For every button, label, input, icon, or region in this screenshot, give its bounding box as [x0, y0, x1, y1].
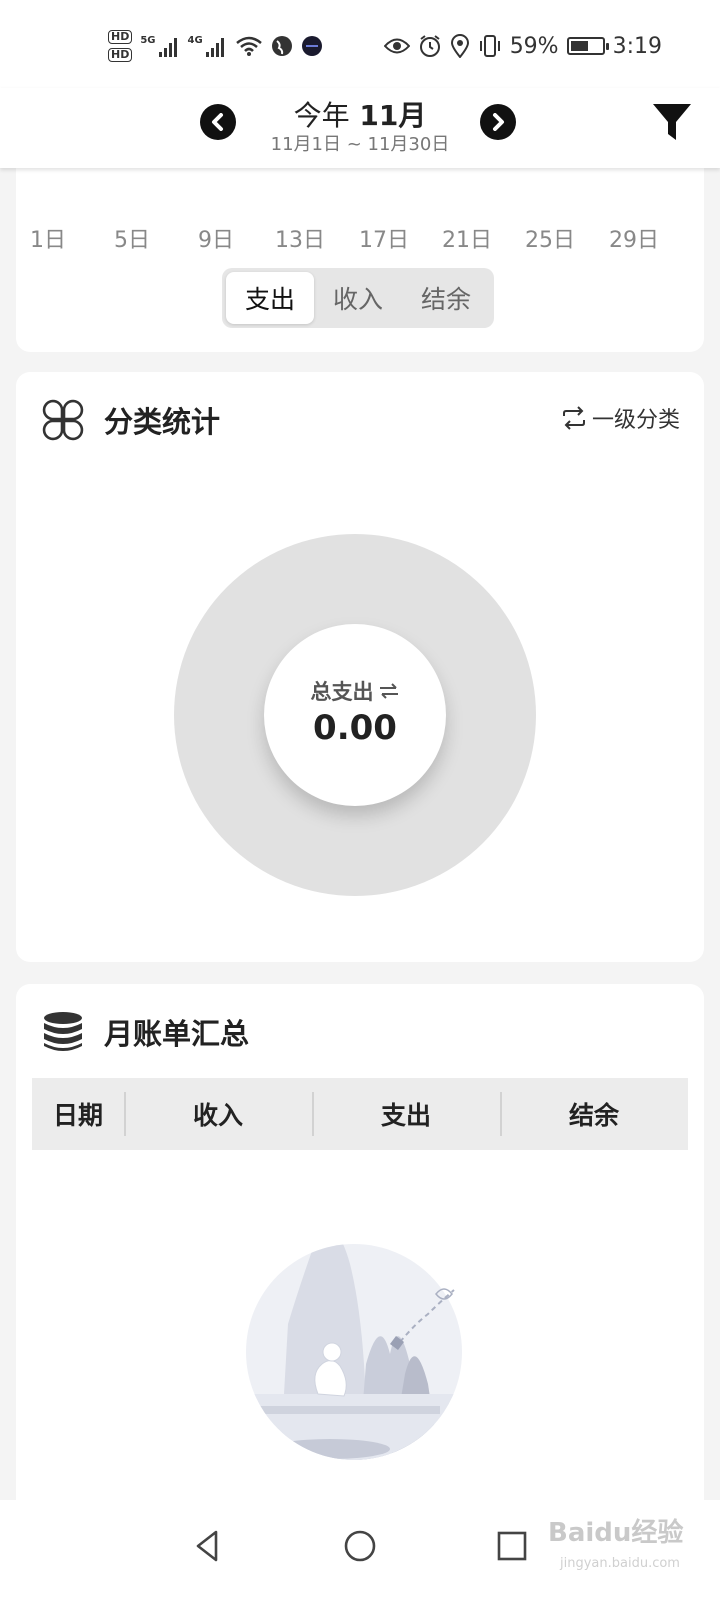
net2-label: 4G: [187, 34, 203, 46]
day-label: 5日: [114, 228, 150, 253]
total-label: 总支出: [310, 680, 374, 704]
app-notification-icon: [301, 36, 322, 56]
column-balance[interactable]: 结余: [500, 1078, 688, 1150]
recent-apps-square-icon[interactable]: [490, 1524, 534, 1568]
tab-expense[interactable]: 支出: [226, 272, 314, 324]
net1-label: 5G: [140, 34, 156, 46]
day-label: 17日: [359, 228, 409, 253]
period-title[interactable]: 今年 11月: [260, 94, 460, 134]
alarm-icon: [419, 35, 440, 57]
clock: 3:19: [612, 33, 662, 59]
category-title-row: 分类统计: [42, 396, 220, 444]
back-triangle-icon[interactable]: [186, 1524, 230, 1568]
category-donut-chart[interactable]: 总支出 0.00: [174, 534, 536, 896]
period-month: 11月: [359, 99, 427, 132]
donut-center[interactable]: 总支出 0.00: [264, 624, 446, 806]
switch-arrows-icon: [379, 683, 398, 699]
day-axis: 1日 5日 9日 13日 17日 21日 25日 29日: [16, 222, 704, 253]
day-label: 13日: [275, 228, 325, 253]
signal-4g: 4G: [188, 35, 227, 58]
database-icon: [44, 1012, 82, 1051]
filter-button[interactable]: [652, 102, 692, 144]
previous-period-button[interactable]: [200, 104, 236, 140]
watermark-site: jingyan.baidu.com: [560, 1556, 680, 1571]
four-petal-grid-icon: [42, 399, 84, 441]
period-prefix: 今年: [293, 99, 350, 132]
signal-bars-icon: [158, 37, 177, 57]
period-range: 11月1日 ~ 11月30日: [270, 134, 450, 155]
status-left: HD HD 5G 4G: [108, 24, 323, 68]
type-segmented-control: 支出 收入 结余: [222, 268, 494, 328]
battery-level-fill: [570, 41, 589, 51]
monthly-title-row: 月账单汇总: [42, 1008, 249, 1056]
location-icon: [450, 34, 469, 58]
next-period-button[interactable]: [480, 104, 516, 140]
total-value: 0.00: [313, 708, 397, 748]
category-level-label: 一级分类: [591, 408, 680, 433]
column-income[interactable]: 收入: [124, 1078, 312, 1150]
chevron-right-icon: [493, 113, 504, 131]
monthly-title: 月账单汇总: [104, 1017, 250, 1051]
total-label-row: 总支出: [264, 676, 446, 706]
chevron-left-icon: [212, 113, 223, 131]
filter-icon: [653, 104, 691, 140]
monthly-table-header: 日期 收入 支出 结余: [32, 1078, 688, 1150]
day-label: 9日: [198, 228, 234, 253]
globe-icon: [271, 36, 292, 56]
trend-card: 1日 5日 9日 13日 17日 21日 25日 29日 支出 收入 结余: [16, 150, 704, 352]
category-stats-card: 分类统计 一级分类 总支出 0.00: [16, 372, 704, 962]
home-circle-icon[interactable]: [338, 1524, 382, 1568]
vibrate-icon: [479, 35, 500, 57]
sim2-hd-badge: HD: [108, 48, 133, 62]
day-label: 29日: [609, 228, 659, 253]
sim-badges: HD HD: [108, 30, 133, 62]
status-bar: HD HD 5G 4G 59% 3:19: [0, 0, 720, 88]
tab-income[interactable]: 收入: [314, 272, 402, 324]
day-label: 1日: [30, 228, 66, 253]
wifi-icon: [235, 36, 262, 56]
battery-percent: 59%: [509, 33, 559, 59]
empty-state-illustration: [246, 1244, 462, 1460]
signal-5g: 5G: [140, 35, 179, 58]
status-right: 59% 3:19: [383, 28, 662, 64]
system-nav-bar: Baidu经验 jingyan.baidu.com: [0, 1500, 720, 1600]
day-label: 21日: [442, 228, 492, 253]
day-label: 25日: [525, 228, 575, 253]
category-title: 分类统计: [104, 405, 221, 439]
category-level-switch[interactable]: 一级分类: [560, 402, 680, 434]
period-header: 今年 11月 11月1日 ~ 11月30日: [0, 88, 720, 168]
swap-arrows-icon: [562, 406, 585, 430]
column-expense[interactable]: 支出: [312, 1078, 500, 1150]
signal-bars-icon: [205, 37, 224, 57]
eye-icon: [383, 38, 410, 54]
sim1-hd-badge: HD: [108, 30, 133, 44]
column-date[interactable]: 日期: [32, 1078, 124, 1150]
battery-icon: [566, 37, 609, 55]
tab-balance[interactable]: 结余: [402, 272, 490, 324]
watermark-brand: Baidu经验: [548, 1518, 684, 1548]
